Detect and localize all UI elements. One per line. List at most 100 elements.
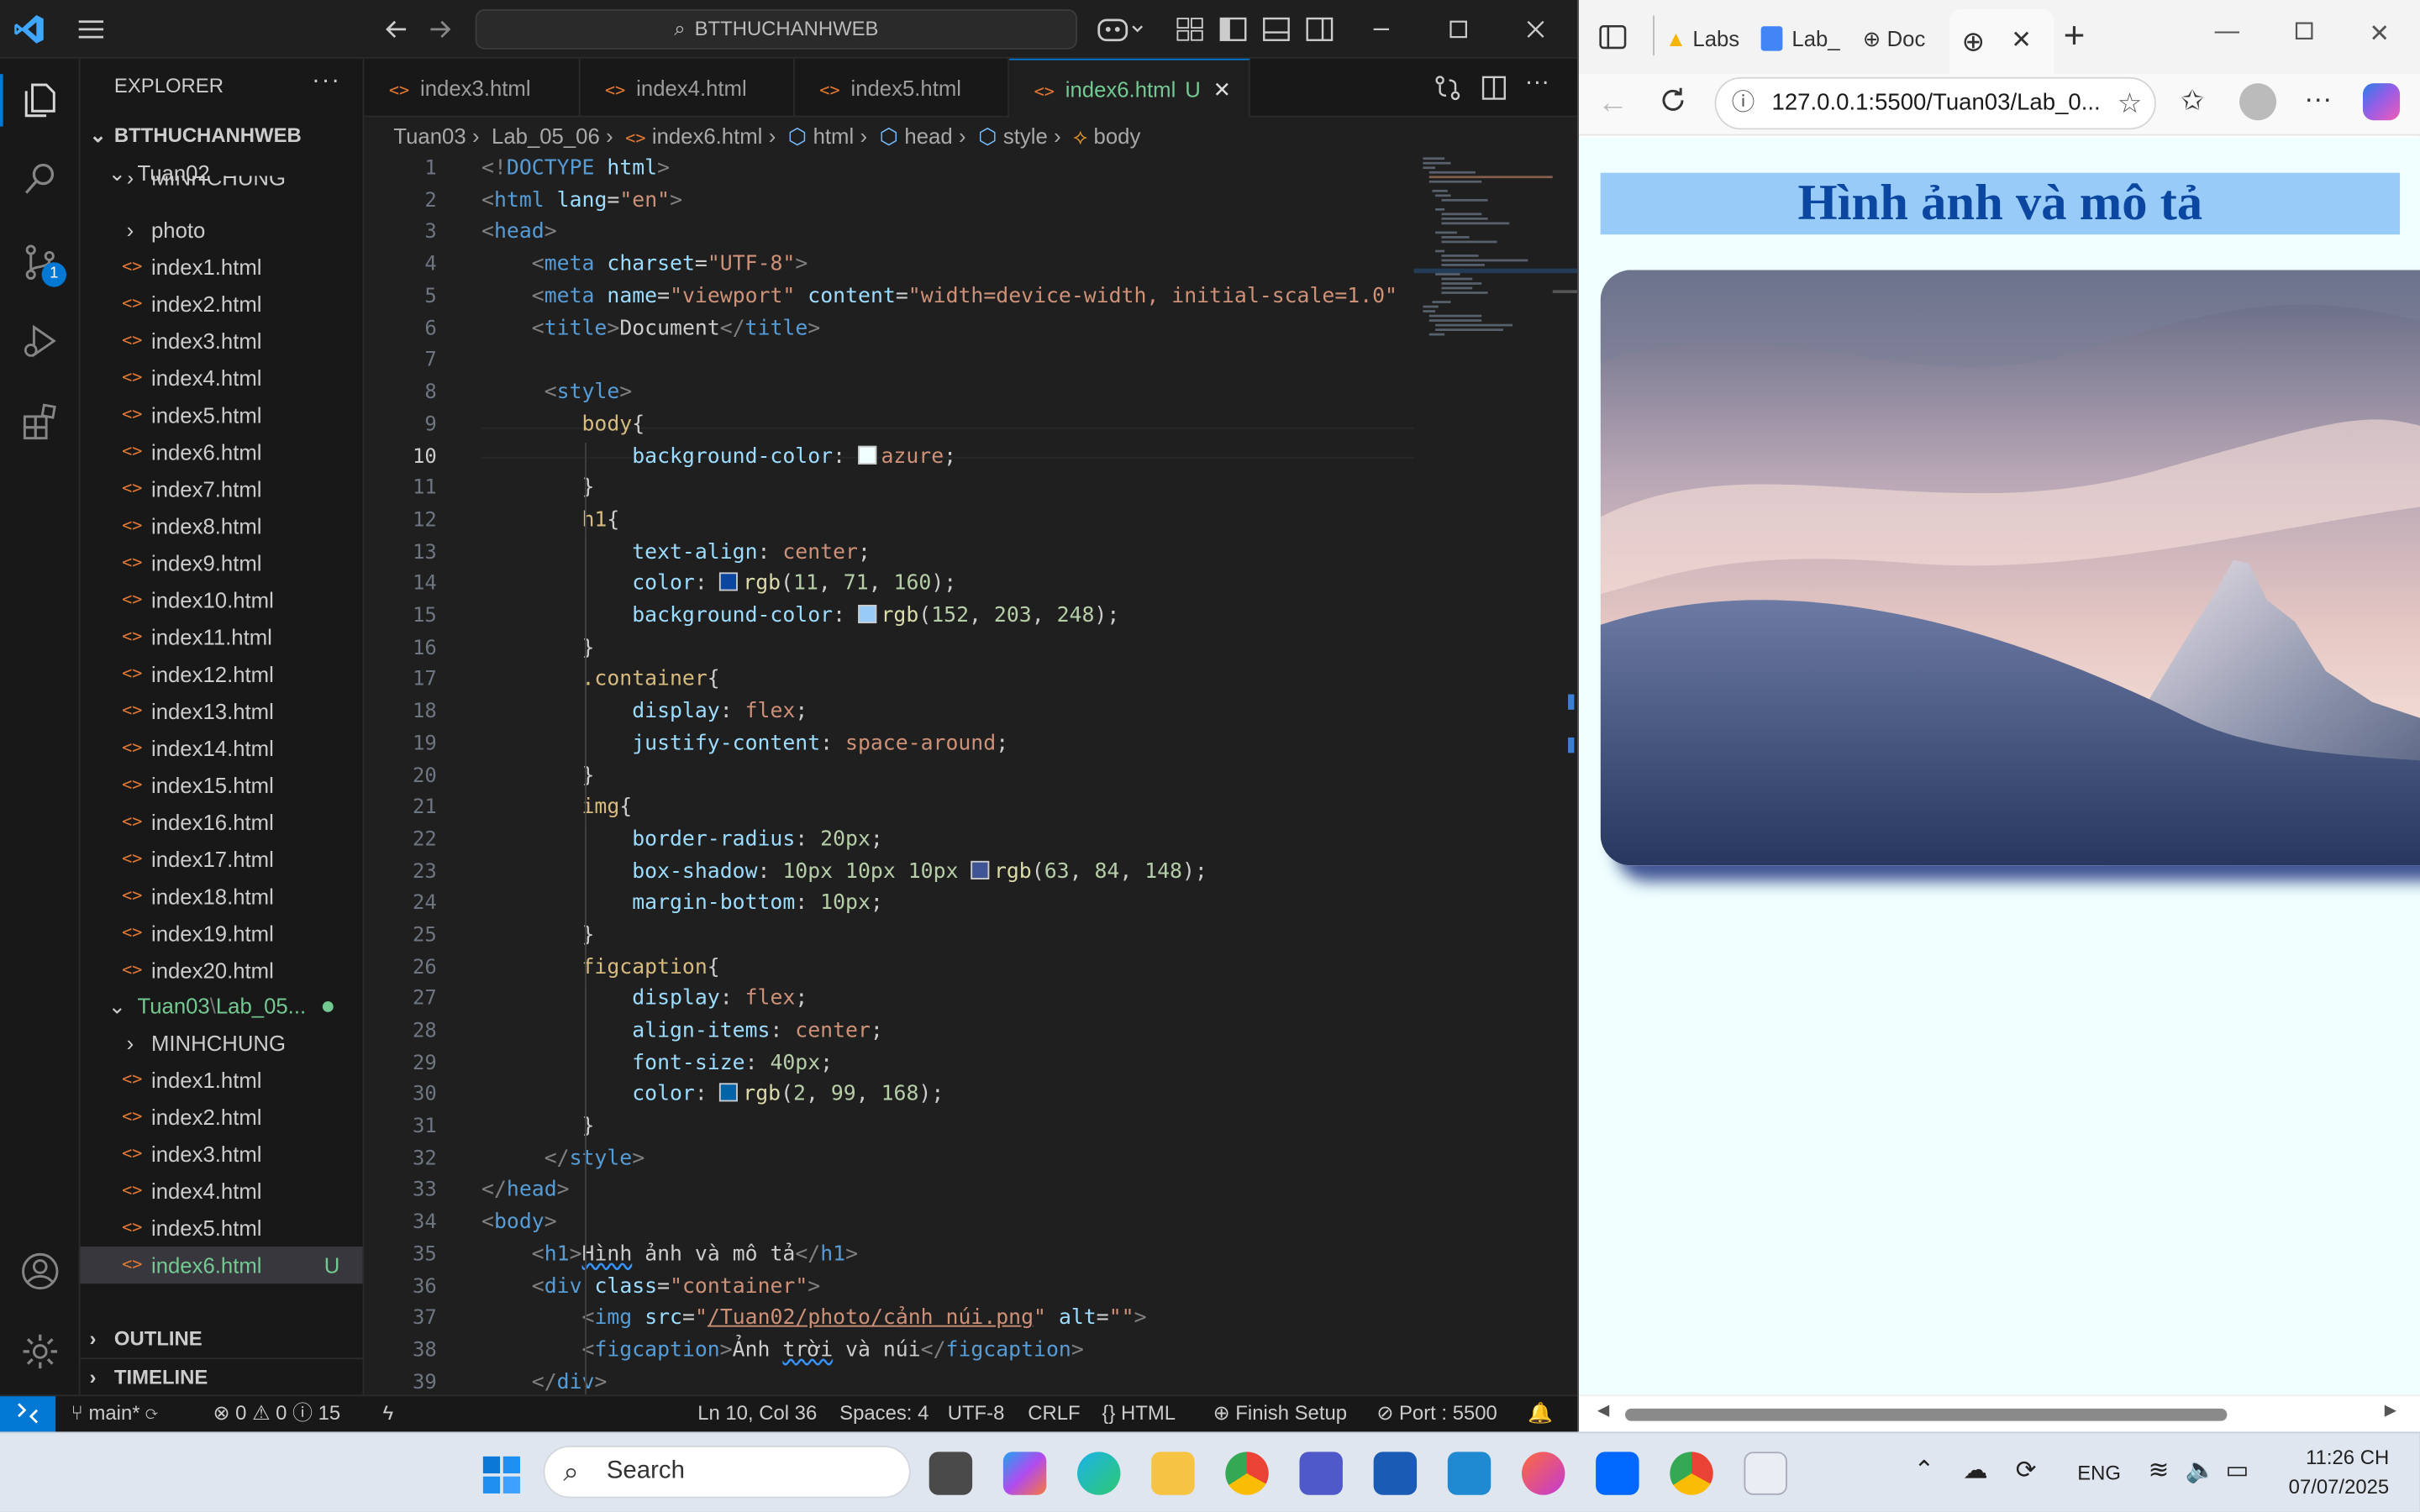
file-item[interactable]: <> index1.html <box>81 1062 363 1099</box>
scrollbar-thumb[interactable] <box>1552 290 1578 293</box>
file-item[interactable]: <> index20.html <box>81 952 363 989</box>
copilot-icon[interactable] <box>2362 83 2401 121</box>
sync-icon[interactable]: ⟳ <box>145 1401 157 1425</box>
color-swatch[interactable] <box>857 604 876 624</box>
task-view-icon[interactable] <box>929 1452 973 1495</box>
battery-icon[interactable]: ▭ <box>2226 1455 2249 1486</box>
open-changes-icon[interactable] <box>1432 72 1463 103</box>
line-endings[interactable]: CRLF <box>1028 1396 1080 1430</box>
file-item[interactable]: <> index18.html <box>81 878 363 915</box>
run-debug-icon[interactable] <box>20 321 60 361</box>
folder-minhchung[interactable]: › MINHCHUNG <box>81 1025 363 1062</box>
breadcrumb-item[interactable]: Lab_05_06 <box>492 123 600 148</box>
tab-actions-icon[interactable] <box>1597 22 1628 53</box>
minimap[interactable] <box>1413 154 1578 1395</box>
clock-date[interactable]: 07/07/2025 <box>2272 1475 2390 1499</box>
toggle-secondary-sidebar-icon[interactable] <box>1302 13 1336 46</box>
file-item[interactable]: <> index12.html <box>81 656 363 693</box>
color-swatch[interactable] <box>719 1083 739 1102</box>
file-item[interactable]: <> index5.html <box>81 396 363 433</box>
close-tab-icon[interactable]: ✕ <box>1213 77 1232 102</box>
layout-customize-icon[interactable] <box>1173 13 1207 46</box>
zalo-icon[interactable] <box>1596 1452 1639 1495</box>
file-item[interactable]: <> index4.html <box>81 360 363 396</box>
toggle-primary-sidebar-icon[interactable] <box>1216 13 1249 46</box>
edge-icon[interactable] <box>1077 1452 1121 1495</box>
app-icon[interactable] <box>1521 1452 1565 1495</box>
timeline-section[interactable]: › TIMELINE <box>80 1357 363 1394</box>
command-center[interactable]: ⌕ BTTHUCHANHWEB <box>475 9 1078 50</box>
profile-avatar[interactable] <box>2239 83 2277 121</box>
encoding[interactable]: UTF-8 <box>948 1396 1005 1430</box>
sync-icon[interactable]: ⟳ <box>2016 1455 2037 1486</box>
scrollbar-thumb[interactable] <box>1625 1408 2228 1421</box>
maximize-icon[interactable] <box>1441 13 1475 46</box>
breadcrumb-item[interactable]: style <box>1003 123 1048 148</box>
azure-data-studio-icon[interactable] <box>1373 1452 1418 1495</box>
file-item[interactable]: <> index14.html <box>81 730 363 767</box>
file-item[interactable]: <> index1.html <box>81 249 363 286</box>
folder-minhchung-partial[interactable]: › MINHCHUNG <box>81 176 363 197</box>
tab-index6[interactable]: <> index6.html U ✕ <box>1009 58 1250 118</box>
breadcrumb-item[interactable]: html <box>813 123 855 148</box>
file-item[interactable]: <> index19.html <box>81 915 363 952</box>
file-item[interactable]: <> index15.html <box>81 767 363 804</box>
taskbar-search[interactable]: ⌕ Search <box>543 1445 911 1499</box>
minimize-icon[interactable]: — <box>2215 18 2239 46</box>
settings-gear-icon[interactable] <box>20 1331 60 1372</box>
language-indicator[interactable]: ENG <box>2077 1461 2121 1484</box>
workspace-root[interactable]: ⌄ BTTHUCHANHWEB <box>81 118 363 155</box>
outline-section[interactable]: › OUTLINE <box>81 1320 363 1357</box>
color-swatch[interactable] <box>971 860 990 879</box>
editor-more-icon[interactable]: ··· <box>1525 70 1549 97</box>
snipping-tool-icon[interactable] <box>1744 1452 1787 1495</box>
browser-tab-lab[interactable]: Lab_ <box>1760 13 1854 65</box>
breadcrumb-item[interactable]: head <box>904 123 952 148</box>
chrome-icon[interactable] <box>1225 1452 1269 1495</box>
color-swatch[interactable] <box>857 445 876 465</box>
back-icon[interactable]: ← <box>1597 87 1628 122</box>
close-window-icon[interactable]: ✕ <box>2369 18 2390 50</box>
remote-indicator[interactable] <box>0 1396 56 1432</box>
new-tab-icon[interactable]: + <box>2064 15 2086 58</box>
breadcrumb-item[interactable]: body <box>1094 123 1141 148</box>
browser-tab-labs[interactable]: ▲ Labs <box>1665 13 1752 65</box>
more-actions-icon[interactable]: ··· <box>312 68 341 96</box>
windows-start-icon[interactable] <box>481 1455 522 1495</box>
file-item[interactable]: <> index11.html <box>81 619 363 656</box>
file-item[interactable]: <> index8.html <box>81 507 363 544</box>
folder-tuan03[interactable]: ⌄ Tuan03\Lab_05... <box>81 987 363 1024</box>
favorite-star-icon[interactable]: ☆ <box>2118 79 2143 129</box>
file-item[interactable]: <> index10.html <box>81 581 363 618</box>
volume-icon[interactable]: 🔈 <box>2186 1455 2217 1486</box>
forward-arrow-icon[interactable] <box>423 13 456 46</box>
tab-index5[interactable]: <> index5.html <box>795 58 1010 118</box>
file-item[interactable]: <> index5.html <box>81 1210 363 1247</box>
indentation[interactable]: Spaces: 4 <box>839 1396 929 1430</box>
toggle-panel-icon[interactable] <box>1260 13 1293 46</box>
file-item[interactable]: <> index9.html <box>81 544 363 581</box>
finish-setup[interactable]: ⊕ Finish Setup <box>1213 1396 1347 1430</box>
language-mode[interactable]: {} HTML <box>1102 1396 1176 1430</box>
refresh-icon[interactable] <box>1656 83 1690 117</box>
cursor-position[interactable]: Ln 10, Col 36 <box>697 1396 817 1430</box>
favorites-icon[interactable]: ✩ <box>2181 85 2204 118</box>
breadcrumb-item[interactable]: index6.html <box>652 123 762 148</box>
chevron-up-icon[interactable]: ⌃ <box>1914 1455 1935 1486</box>
split-editor-icon[interactable] <box>1479 72 1510 103</box>
scroll-left-icon[interactable]: ◀ <box>1597 1403 1609 1420</box>
file-item[interactable]: <> index13.html <box>81 693 363 730</box>
horizontal-scrollbar[interactable]: ◀ ▶ <box>1578 1394 2420 1432</box>
settings-more-icon[interactable]: ··· <box>2304 83 2332 116</box>
extensions-icon[interactable] <box>20 402 60 443</box>
file-item[interactable]: <> index2.html <box>81 286 363 323</box>
close-tab-icon[interactable]: ✕ <box>2011 24 2032 55</box>
explorer-icon[interactable] <box>20 81 60 121</box>
file-item[interactable]: <> index6.html U <box>80 1247 363 1284</box>
code-editor[interactable]: 1 2 3 4 5 6 7 8 9 10 11 12 13 14 15 16 17 18 19 20 21 22 23 24 2… <box>364 154 1578 1395</box>
file-item[interactable]: <> index6.html <box>81 433 363 470</box>
address-bar[interactable]: ⓘ 127.0.0.1:5500/Tuan03/Lab_0... ☆ <box>1714 76 2156 130</box>
chrome-profile-icon[interactable] <box>1670 1452 1713 1495</box>
browser-tab-active[interactable]: ⊕ ✕ <box>1949 9 2054 75</box>
folder-photo[interactable]: › photo <box>81 212 363 249</box>
